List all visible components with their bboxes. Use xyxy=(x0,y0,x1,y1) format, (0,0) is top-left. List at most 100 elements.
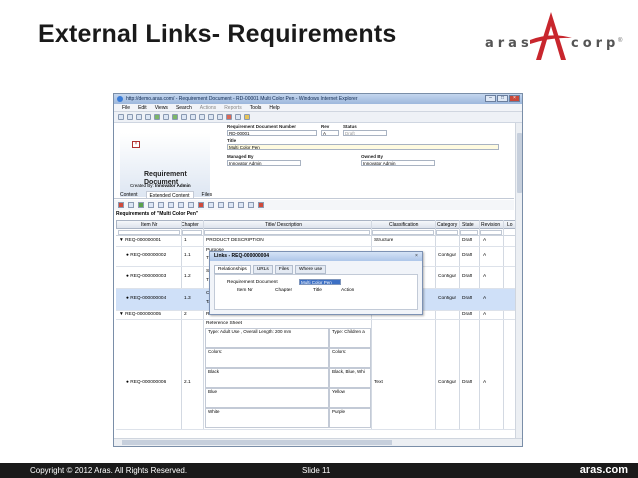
tab-urls[interactable]: URLs xyxy=(252,265,273,274)
move-down-icon[interactable] xyxy=(168,202,174,208)
menu-help[interactable]: Help xyxy=(269,104,279,111)
row-revision: A xyxy=(483,274,487,279)
row-state: Draft xyxy=(462,296,473,301)
slide-title: External Links- Requirements xyxy=(38,20,397,48)
row-item-nr: ● REQ-000000004 xyxy=(126,296,167,301)
close-button[interactable]: × xyxy=(509,95,520,102)
table-icon[interactable] xyxy=(218,202,224,208)
row-chapter: 2 xyxy=(184,312,187,317)
view-icon[interactable] xyxy=(181,114,187,120)
remove-row-icon[interactable] xyxy=(128,202,134,208)
row-revision: A xyxy=(483,238,487,243)
refresh-icon[interactable] xyxy=(154,114,160,120)
indent-icon[interactable] xyxy=(138,202,144,208)
vertical-scrollbar[interactable] xyxy=(515,123,522,439)
row-title: Reference Sheet xyxy=(206,321,243,326)
link-icon[interactable] xyxy=(208,202,214,208)
menu-file[interactable]: File xyxy=(122,104,130,111)
copy-icon[interactable] xyxy=(145,114,151,120)
row-chapter: 1.2 xyxy=(184,274,191,279)
col-state[interactable]: State xyxy=(462,222,474,228)
attach-icon[interactable] xyxy=(217,114,223,120)
mail-icon[interactable] xyxy=(235,114,241,120)
print-icon[interactable] xyxy=(136,114,142,120)
clear-icon[interactable] xyxy=(258,202,264,208)
col-chapter[interactable]: Chapter xyxy=(181,222,199,228)
edit-icon[interactable] xyxy=(163,114,169,120)
col-classification[interactable]: Classification xyxy=(389,222,418,228)
scroll-thumb[interactable] xyxy=(517,133,522,193)
doc-select[interactable]: Multi Color Pen xyxy=(299,279,341,285)
col-item-nr[interactable]: Item Nr xyxy=(141,222,157,228)
tab-popup-files[interactable]: Files xyxy=(274,265,293,274)
number-field[interactable]: RD-00001 xyxy=(227,130,317,136)
menu-search[interactable]: Search xyxy=(176,104,192,111)
slide-footer: Copyright © 2012 Aras. All Rights Reserv… xyxy=(0,463,638,478)
col-popup-chapter: Chapter xyxy=(275,288,293,293)
promote-icon[interactable] xyxy=(172,114,178,120)
maximize-button[interactable]: □ xyxy=(497,95,508,102)
new-icon[interactable] xyxy=(118,114,124,120)
status-label: Status xyxy=(343,124,357,129)
menu-views[interactable]: Views xyxy=(155,104,168,111)
horizontal-scrollbar[interactable] xyxy=(114,438,522,446)
expand-icon[interactable] xyxy=(178,202,184,208)
owned-by-field[interactable]: Innovator Admin xyxy=(361,160,435,166)
filter-chapter[interactable] xyxy=(182,230,202,235)
managed-by-label: Managed By xyxy=(227,154,254,159)
unlock-icon[interactable] xyxy=(199,114,205,120)
save-icon[interactable] xyxy=(127,114,133,120)
col-lo[interactable]: Lo xyxy=(507,222,513,228)
lock-icon[interactable] xyxy=(190,114,196,120)
popup-body: Requirement Document Multi Color Pen Ite… xyxy=(214,274,418,310)
pdf-icon[interactable] xyxy=(198,202,204,208)
col-popup-item-nr: Item Nr xyxy=(237,288,253,293)
tab-content[interactable]: Content xyxy=(120,191,138,198)
managed-by-field[interactable]: Innovator Admin xyxy=(227,160,301,166)
ie-icon xyxy=(117,96,123,102)
logo-text-right: corp xyxy=(571,36,620,51)
scroll-thumb[interactable] xyxy=(122,440,392,445)
move-up-icon[interactable] xyxy=(158,202,164,208)
table-row[interactable]: ▼ REQ-000000001 1 PRODUCT DESCRIPTION St… xyxy=(116,237,518,247)
col-category[interactable]: Category xyxy=(437,222,457,228)
tab-extended-content[interactable]: Extended Content xyxy=(145,191,194,199)
row-revision: A xyxy=(483,253,487,258)
text-icon[interactable] xyxy=(238,202,244,208)
sheet-cell: Black xyxy=(205,368,329,388)
rev-field[interactable]: A xyxy=(321,130,339,136)
filter-item-nr[interactable] xyxy=(118,230,180,235)
col-title-description[interactable]: Title/ Description xyxy=(265,222,302,228)
collapse-icon[interactable] xyxy=(188,202,194,208)
tab-where-use[interactable]: Where use xyxy=(294,265,327,274)
menu-tools[interactable]: Tools xyxy=(250,104,262,111)
undo-icon[interactable] xyxy=(208,114,214,120)
menu-edit[interactable]: Edit xyxy=(138,104,147,111)
filter-classification[interactable] xyxy=(372,230,434,235)
style-icon[interactable] xyxy=(248,202,254,208)
col-revision[interactable]: Revision xyxy=(481,222,500,228)
status-field[interactable]: Draft xyxy=(343,130,387,136)
row-revision: A xyxy=(483,312,487,317)
outdent-icon[interactable] xyxy=(148,202,154,208)
filter-state[interactable] xyxy=(460,230,478,235)
favorite-icon[interactable] xyxy=(244,114,250,120)
filter-title[interactable] xyxy=(204,230,370,235)
browser-window: http://demo.aras.com/ - Requirement Docu… xyxy=(113,93,523,447)
delete-icon[interactable] xyxy=(226,114,232,120)
tab-files[interactable]: Files xyxy=(202,191,213,198)
sheet-cell: Colors: xyxy=(205,348,329,368)
row-chapter: 2.1 xyxy=(184,380,191,385)
add-row-icon[interactable] xyxy=(118,202,124,208)
row-classification: Text xyxy=(374,380,383,385)
menu-actions[interactable]: Actions xyxy=(200,104,216,111)
popup-close-button[interactable]: × xyxy=(413,253,420,259)
filter-revision[interactable] xyxy=(480,230,502,235)
minimize-button[interactable]: – xyxy=(485,95,496,102)
title-field[interactable]: Multi Color Pen xyxy=(227,144,499,150)
menu-reports[interactable]: Reports xyxy=(224,104,242,111)
image-icon[interactable] xyxy=(228,202,234,208)
tab-relationships[interactable]: Relationships xyxy=(214,265,251,274)
row-state: Draft xyxy=(462,253,473,258)
filter-category[interactable] xyxy=(436,230,458,235)
